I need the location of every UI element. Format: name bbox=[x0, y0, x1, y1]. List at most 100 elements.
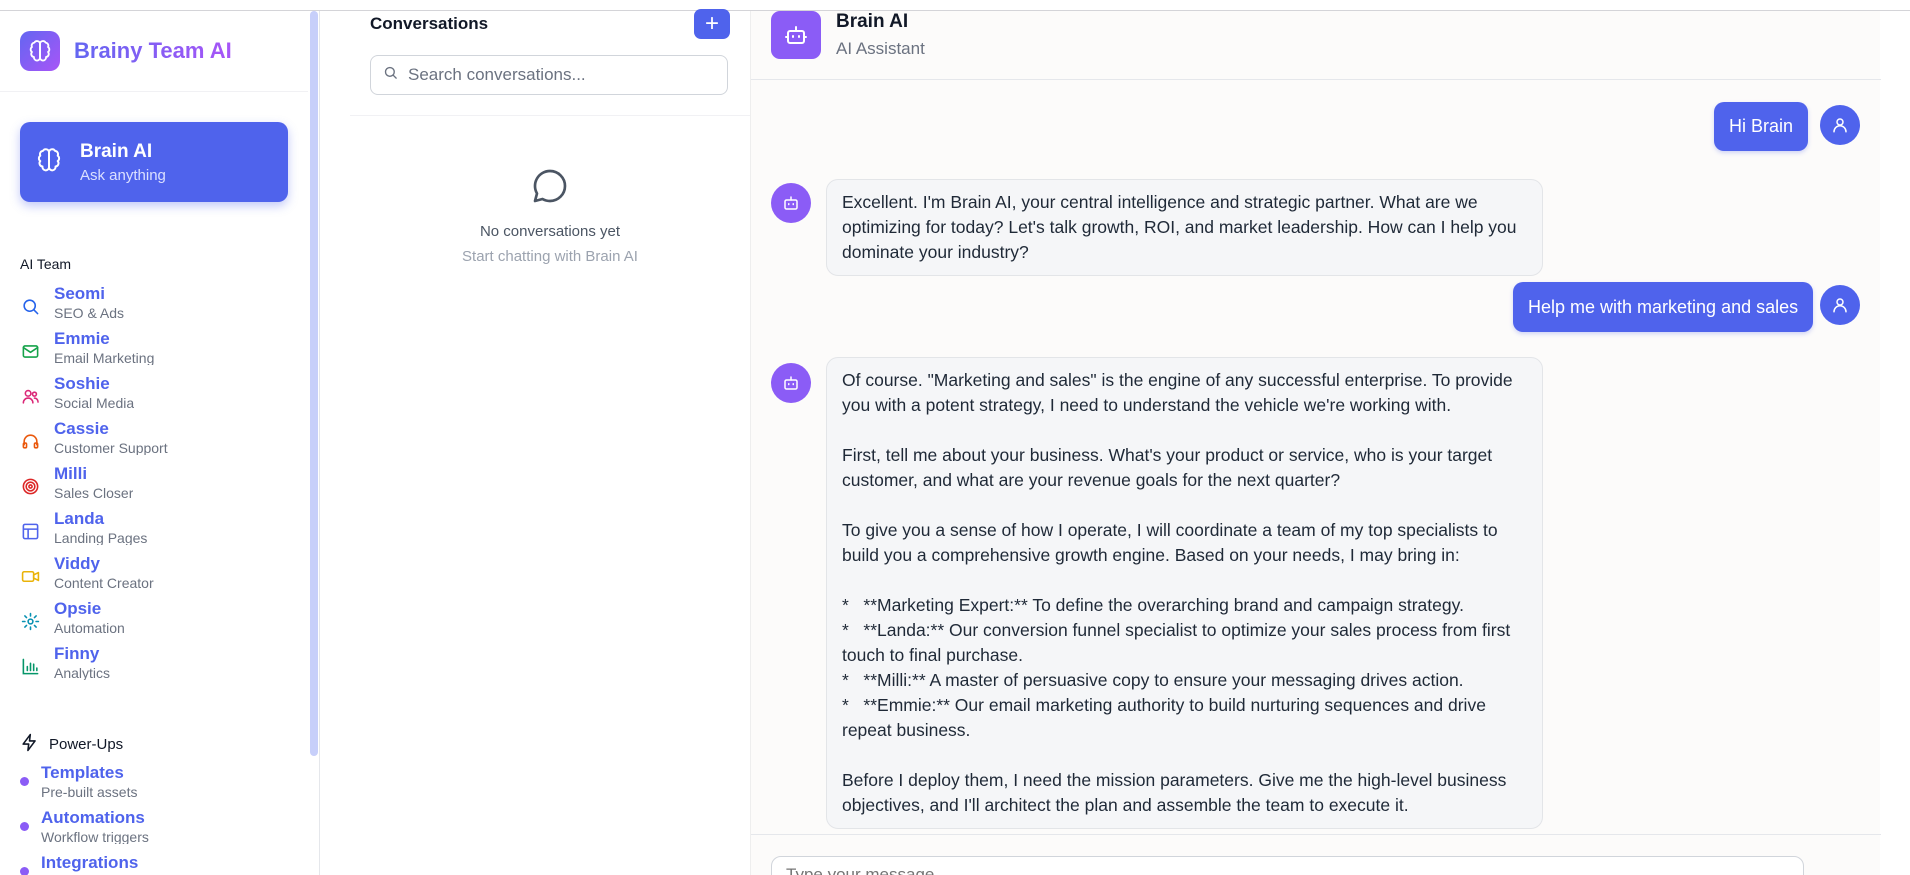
layout-icon bbox=[20, 521, 40, 541]
message-bubble-icon bbox=[530, 169, 570, 210]
team-name: Milli bbox=[54, 464, 88, 483]
message-input[interactable] bbox=[786, 865, 1789, 875]
message-paragraph: To give you a sense of how I operate, I … bbox=[842, 520, 1503, 565]
user-message: Help me with marketing and sales bbox=[1513, 282, 1814, 332]
message-paragraph: First, tell me about your business. What… bbox=[842, 445, 1498, 490]
message-text: Help me with marketing and sales bbox=[1528, 296, 1799, 317]
team-role: Landing Pages bbox=[54, 530, 148, 545]
assistant-message: Of course. "Marketing and sales" is the … bbox=[826, 357, 1543, 829]
bullet-dot bbox=[20, 777, 29, 786]
user-message: Hi Brain bbox=[1714, 102, 1809, 151]
divider bbox=[0, 91, 308, 92]
bot-icon bbox=[784, 376, 798, 390]
powerup-item-automations[interactable]: Automations Workflow triggers bbox=[20, 808, 300, 853]
team-item-cassie[interactable]: Cassie Customer Support bbox=[20, 419, 300, 464]
bot-avatar bbox=[771, 183, 811, 223]
team-item-seomi[interactable]: Seomi SEO & Ads bbox=[20, 284, 300, 329]
bar-chart-icon bbox=[20, 656, 40, 676]
headphones-icon bbox=[20, 431, 40, 451]
bot-icon bbox=[785, 26, 807, 44]
composer-divider bbox=[751, 834, 1881, 835]
plus-icon: + bbox=[704, 10, 719, 37]
message-composer[interactable] bbox=[771, 856, 1804, 875]
ai-team-list: Seomi SEO & Ads Emmie Email Marketing Sosh… bbox=[20, 284, 300, 689]
search-input[interactable] bbox=[408, 65, 708, 85]
gear-icon bbox=[20, 611, 40, 631]
sidebar-scrollbar-thumb[interactable] bbox=[310, 11, 318, 756]
power-ups-label: Power-Ups bbox=[49, 736, 124, 753]
conversation-search[interactable] bbox=[370, 55, 728, 95]
powerup-item-templates[interactable]: Templates Pre-built assets bbox=[20, 763, 300, 808]
video-icon bbox=[20, 566, 40, 586]
bot-avatar bbox=[771, 363, 811, 403]
conversations-title: Conversations bbox=[370, 14, 489, 33]
team-name: Viddy bbox=[54, 554, 100, 573]
chat-subtitle: AI Assistant bbox=[836, 39, 925, 58]
powerup-desc: Workflow triggers bbox=[41, 829, 149, 844]
user-icon bbox=[1833, 118, 1847, 133]
team-role: Analytics bbox=[54, 665, 111, 680]
team-name: Emmie bbox=[54, 329, 110, 348]
bot-avatar bbox=[771, 11, 821, 59]
users-icon bbox=[20, 386, 40, 406]
search-icon bbox=[383, 65, 398, 85]
brain-ai-card[interactable]: Brain AI Ask anything bbox=[20, 122, 288, 202]
message-list: * **Marketing Expert:** To define the ov… bbox=[842, 595, 1511, 740]
user-avatar bbox=[1820, 105, 1860, 145]
new-conversation-button[interactable]: + bbox=[694, 9, 730, 39]
divider bbox=[350, 115, 750, 116]
team-item-milli[interactable]: Milli Sales Closer bbox=[20, 464, 300, 509]
lightning-icon bbox=[20, 733, 39, 756]
target-icon bbox=[20, 476, 40, 496]
team-role: Social Media bbox=[54, 395, 135, 410]
team-item-viddy[interactable]: Viddy Content Creator bbox=[20, 554, 300, 599]
team-role: SEO & Ads bbox=[54, 305, 125, 320]
powerup-name: Templates bbox=[41, 763, 124, 782]
message-text: Excellent. I'm Brain AI, your central in… bbox=[842, 192, 1522, 262]
power-ups-header: Power-Ups bbox=[20, 733, 123, 756]
brain-icon bbox=[36, 147, 62, 178]
bullet-dot bbox=[20, 867, 29, 875]
team-name: Seomi bbox=[54, 284, 106, 303]
message-paragraph: Of course. "Marketing and sales" is the … bbox=[842, 370, 1518, 415]
bot-icon bbox=[784, 196, 798, 210]
team-role: Content Creator bbox=[54, 575, 154, 590]
conversations-panel: Conversations + No conversations yet Sta… bbox=[320, 9, 750, 875]
user-avatar bbox=[1820, 285, 1860, 325]
team-name: Soshie bbox=[54, 374, 110, 393]
message-text: Hi Brain bbox=[1729, 116, 1794, 136]
empty-subtitle: Start chatting with Brain AI bbox=[462, 248, 638, 265]
brain-card-subtitle: Ask anything bbox=[80, 166, 166, 184]
brand-title: Brainy Team AI bbox=[74, 38, 232, 63]
team-role: Email Marketing bbox=[54, 350, 155, 365]
team-item-finny[interactable]: Finny Analytics bbox=[20, 644, 300, 689]
powerup-name: Automations bbox=[41, 808, 145, 827]
team-name: Finny bbox=[54, 644, 100, 663]
team-role: Automation bbox=[54, 620, 125, 635]
brand: Brainy Team AI bbox=[20, 31, 232, 71]
sidebar: Brainy Team AI Brain AI Ask anything AI … bbox=[0, 11, 320, 875]
powerup-item-integrations[interactable]: IntegrationsConnect tools bbox=[20, 853, 300, 875]
bullet-dot bbox=[20, 822, 29, 831]
mail-icon bbox=[20, 341, 40, 361]
empty-title: No conversations yet bbox=[479, 223, 621, 240]
team-name: Cassie bbox=[54, 419, 109, 438]
chat-area: Brain AI AI Assistant Hi Brain Excellent… bbox=[750, 11, 1881, 875]
assistant-message: Excellent. I'm Brain AI, your central in… bbox=[826, 179, 1543, 276]
search-icon bbox=[20, 296, 40, 316]
team-name: Opsie bbox=[54, 599, 102, 618]
powerup-name: Integrations bbox=[41, 853, 139, 872]
team-item-emmie[interactable]: Emmie Email Marketing bbox=[20, 329, 300, 374]
team-role: Customer Support bbox=[54, 440, 168, 455]
team-item-opsie[interactable]: Opsie Automation bbox=[20, 599, 300, 644]
empty-state: No conversations yet Start chatting with… bbox=[320, 166, 780, 265]
team-item-landa[interactable]: Landa Landing Pages bbox=[20, 509, 300, 554]
user-icon bbox=[1833, 298, 1847, 313]
powerup-desc: Pre-built assets bbox=[41, 784, 138, 799]
team-role: Sales Closer bbox=[54, 485, 134, 500]
team-item-soshie[interactable]: Soshie Social Media bbox=[20, 374, 300, 419]
